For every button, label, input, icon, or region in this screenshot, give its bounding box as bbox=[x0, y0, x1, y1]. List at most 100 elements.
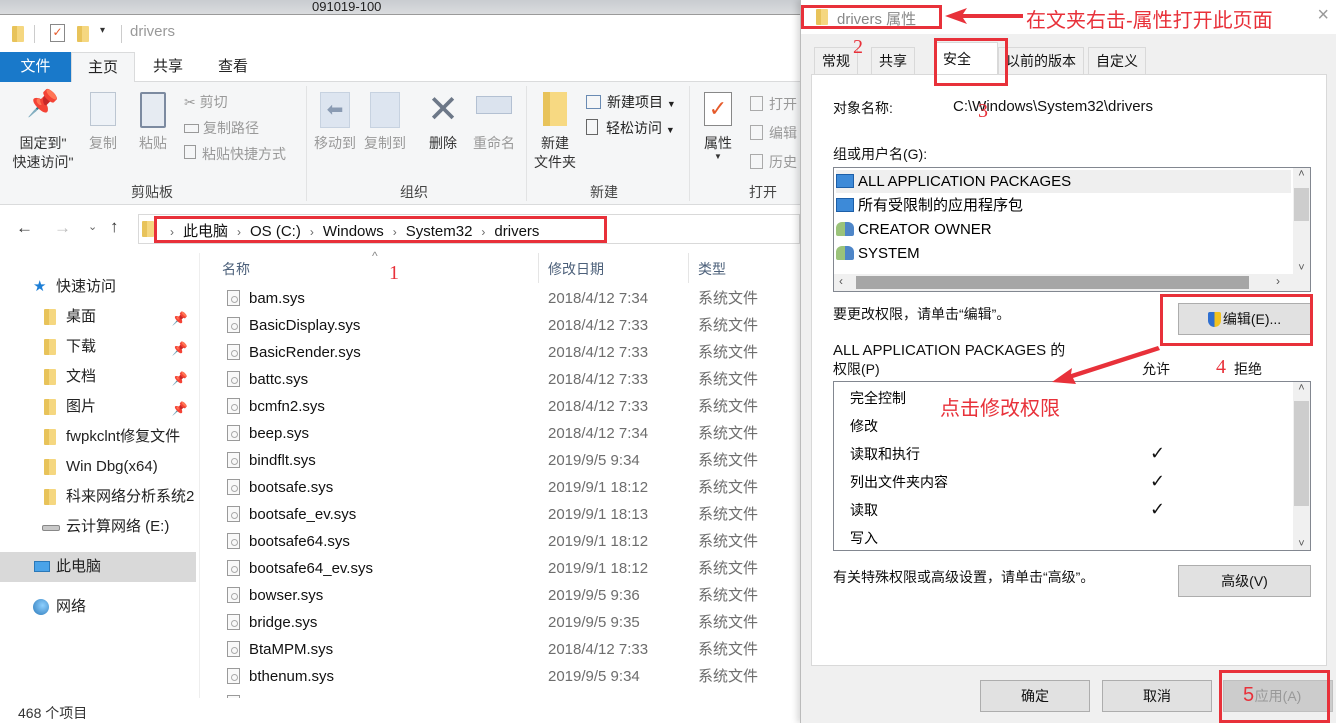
advanced-button[interactable]: 高级(V) bbox=[1178, 565, 1311, 597]
rename-button[interactable]: 重命名 bbox=[470, 92, 518, 153]
copy-button[interactable]: 复制 bbox=[85, 92, 121, 153]
nav-item-desktop[interactable]: 桌面 📌 bbox=[0, 302, 196, 332]
file-row[interactable]: BasicRender.sys 2018/4/12 7:33 系统文件 bbox=[200, 339, 800, 366]
back-icon[interactable]: ← bbox=[16, 218, 33, 238]
tab-file[interactable]: 文件 bbox=[0, 52, 71, 82]
file-row[interactable]: BtaMPM.sys 2018/4/12 7:33 系统文件 bbox=[200, 636, 800, 663]
file-row[interactable]: bootsafe_ev.sys 2019/9/1 18:13 系统文件 bbox=[200, 501, 800, 528]
system-file-icon bbox=[227, 668, 240, 684]
properties-quick-icon[interactable]: ✓ bbox=[50, 24, 65, 42]
nav-item-this-pc[interactable]: 此电脑 bbox=[0, 552, 196, 582]
tab-sharing[interactable]: 共享 bbox=[871, 47, 915, 74]
file-row[interactable]: bindflt.sys 2019/9/5 9:34 系统文件 bbox=[200, 447, 800, 474]
pin-icon[interactable]: 📌 bbox=[172, 364, 188, 394]
nav-item-documents[interactable]: 文档 📌 bbox=[0, 362, 196, 392]
paste-button[interactable]: 粘贴 bbox=[134, 92, 172, 153]
close-icon[interactable]: × bbox=[1317, 4, 1329, 27]
new-item-button[interactable]: 新建项目 ▼ bbox=[586, 92, 676, 112]
column-separator[interactable] bbox=[688, 253, 689, 283]
paste-shortcut-button[interactable]: 粘贴快捷方式 bbox=[184, 144, 286, 164]
scroll-down-icon[interactable]: ˅ bbox=[1293, 262, 1310, 274]
file-row[interactable]: bootsafe.sys 2019/9/1 18:12 系统文件 bbox=[200, 474, 800, 501]
status-bar: 468 个项目 bbox=[0, 698, 800, 723]
recent-locations-icon[interactable]: ⌄ bbox=[88, 220, 97, 233]
scroll-right-icon[interactable]: › bbox=[1276, 274, 1280, 288]
nav-item-folder[interactable]: Win Dbg(x64) bbox=[0, 452, 196, 482]
file-row[interactable]: bthenum.sys 2019/9/5 9:34 系统文件 bbox=[200, 663, 800, 690]
new-folder-button[interactable]: 新建 文件夹 bbox=[530, 92, 580, 172]
tab-general[interactable]: 常规 bbox=[814, 47, 858, 74]
pin-icon[interactable]: 📌 bbox=[172, 304, 188, 334]
file-row[interactable]: bootsafe64.sys 2019/9/1 18:12 系统文件 bbox=[200, 528, 800, 555]
scroll-up-icon[interactable]: ˄ bbox=[1293, 382, 1310, 399]
pin-icon[interactable]: 📌 bbox=[172, 394, 188, 424]
file-row[interactable]: bcmfn2.sys 2018/4/12 7:33 系统文件 bbox=[200, 393, 800, 420]
scrollbar-thumb[interactable] bbox=[1294, 401, 1309, 506]
edit-permissions-button[interactable]: 编辑(E)... bbox=[1178, 303, 1311, 335]
nav-item-pictures[interactable]: 图片 📌 bbox=[0, 392, 196, 422]
horizontal-scrollbar[interactable]: ‹ › bbox=[834, 274, 1310, 291]
column-header-name[interactable]: 名称 bbox=[222, 259, 250, 279]
scroll-left-icon[interactable]: ‹ bbox=[839, 274, 843, 288]
breadcrumb-item[interactable]: Windows bbox=[323, 223, 384, 240]
copy-to-button[interactable]: 复制到 bbox=[362, 92, 408, 153]
address-bar[interactable]: › 此电脑 › OS (C:) › Windows › System32 › drivers bbox=[138, 214, 800, 244]
vertical-scrollbar[interactable]: ˄ ˅ bbox=[1293, 168, 1310, 274]
scroll-up-icon[interactable]: ˄ bbox=[1293, 168, 1310, 185]
vertical-scrollbar[interactable]: ˄ ˅ bbox=[1293, 382, 1310, 550]
scrollbar-thumb[interactable] bbox=[856, 276, 1249, 289]
tab-home[interactable]: 主页 bbox=[71, 52, 135, 83]
copy-path-button[interactable]: 复制路径 bbox=[184, 118, 259, 138]
scroll-down-icon[interactable]: ˅ bbox=[1293, 538, 1310, 550]
tab-previous-versions[interactable]: 以前的版本 bbox=[998, 47, 1084, 74]
column-header-date[interactable]: 修改日期 bbox=[548, 259, 604, 279]
history-button[interactable]: 历史 bbox=[750, 152, 797, 172]
scrollbar-thumb[interactable] bbox=[1294, 188, 1309, 221]
edit-button[interactable]: 编辑 bbox=[750, 123, 797, 143]
file-row[interactable]: bam.sys 2018/4/12 7:34 系统文件 bbox=[200, 285, 800, 312]
file-row[interactable]: beep.sys 2018/4/12 7:34 系统文件 bbox=[200, 420, 800, 447]
cancel-button[interactable]: 取消 bbox=[1102, 680, 1212, 712]
pin-icon[interactable]: 📌 bbox=[172, 334, 188, 364]
column-header-type[interactable]: 类型 bbox=[698, 259, 726, 279]
new-folder-quick-icon[interactable] bbox=[77, 26, 89, 42]
nav-item-folder[interactable]: 科来网络分析系统2 bbox=[0, 482, 196, 512]
cut-button[interactable]: ✂ 剪切 bbox=[184, 92, 228, 112]
group-item[interactable]: 所有受限制的应用程序包 bbox=[836, 194, 1291, 217]
nav-item-downloads[interactable]: 下载 📌 bbox=[0, 332, 196, 362]
properties-button[interactable]: ✓ 属性 ▼ bbox=[698, 92, 738, 161]
file-row[interactable]: bridge.sys 2019/9/5 9:35 系统文件 bbox=[200, 609, 800, 636]
column-separator[interactable] bbox=[538, 253, 539, 283]
group-item[interactable]: ALL APPLICATION PACKAGES bbox=[836, 170, 1291, 193]
apply-button[interactable]: 应用(A) bbox=[1223, 680, 1333, 712]
nav-item-quick-access[interactable]: ★ 快速访问 bbox=[0, 272, 196, 302]
tab-security[interactable]: 安全 bbox=[936, 42, 998, 75]
move-to-button[interactable]: ⬅ 移动到 bbox=[312, 92, 358, 153]
breadcrumb-item[interactable]: OS (C:) bbox=[250, 223, 301, 240]
group-item[interactable]: SYSTEM bbox=[836, 242, 1291, 265]
tab-customize[interactable]: 自定义 bbox=[1088, 47, 1146, 74]
pin-quick-access-button[interactable]: 📌 固定到" 快速访问" bbox=[6, 90, 80, 172]
open-button[interactable]: 打开 bbox=[750, 94, 797, 114]
breadcrumb-item[interactable]: drivers bbox=[494, 223, 539, 240]
tab-share[interactable]: 共享 bbox=[136, 52, 200, 82]
nav-item-drive-e[interactable]: 云计算网络 (E:) bbox=[0, 512, 196, 542]
up-icon[interactable]: ↑ bbox=[110, 217, 119, 237]
tab-view[interactable]: 查看 bbox=[201, 52, 265, 82]
breadcrumb-item[interactable]: System32 bbox=[406, 223, 473, 240]
group-item[interactable]: CREATOR OWNER bbox=[836, 218, 1291, 241]
easy-access-button[interactable]: 轻松访问 ▼ bbox=[586, 118, 675, 138]
breadcrumb-item[interactable]: 此电脑 bbox=[183, 223, 228, 240]
customize-qat-icon[interactable]: ▾ bbox=[100, 25, 105, 36]
ok-button[interactable]: 确定 bbox=[980, 680, 1090, 712]
file-row[interactable]: bootsafe64_ev.sys 2019/9/1 18:12 系统文件 bbox=[200, 555, 800, 582]
file-row[interactable]: bowser.sys 2019/9/5 9:36 系统文件 bbox=[200, 582, 800, 609]
delete-button[interactable]: ✕ 删除 bbox=[424, 90, 462, 153]
nav-item-network[interactable]: 网络 bbox=[0, 592, 196, 622]
permissions-listbox[interactable]: 完全控制 修改 读取和执行 ✓ 列出文件夹内容 ✓ 读取 ✓ 写入 ˄ ˅ bbox=[833, 381, 1311, 551]
groups-listbox[interactable]: ALL APPLICATION PACKAGES 所有受限制的应用程序包 CREAT… bbox=[833, 167, 1311, 292]
nav-item-folder[interactable]: fwpkclnt修复文件 bbox=[0, 422, 196, 452]
file-row[interactable]: battc.sys 2018/4/12 7:33 系统文件 bbox=[200, 366, 800, 393]
file-row[interactable]: BasicDisplay.sys 2018/4/12 7:33 系统文件 bbox=[200, 312, 800, 339]
forward-icon[interactable]: → bbox=[54, 218, 71, 238]
